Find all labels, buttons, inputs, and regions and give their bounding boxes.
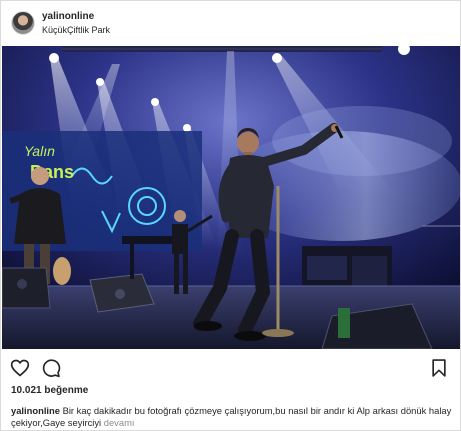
post-username[interactable]: yalinonline xyxy=(42,11,94,22)
post-actions xyxy=(1,358,460,380)
instagram-post: yalinonline KüçükÇiftlik Park Yalın Dans… xyxy=(0,0,461,431)
post-location[interactable]: KüçükÇiftlik Park xyxy=(42,25,110,35)
concert-photo: Yalın Dans xyxy=(2,46,460,349)
post-header: yalinonline KüçükÇiftlik Park xyxy=(1,1,460,45)
avatar[interactable] xyxy=(11,11,35,35)
caption-text: Bir kaç dakikadır bu fotoğrafı çözmeye ç… xyxy=(11,405,452,428)
like-count[interactable]: 10.021 beğenme xyxy=(11,385,88,396)
caption-more-link[interactable]: devamı xyxy=(104,417,135,428)
heart-outline-icon[interactable] xyxy=(10,358,30,378)
post-photo[interactable]: Yalın Dans xyxy=(2,46,460,349)
comment-bubble-icon[interactable] xyxy=(41,358,61,378)
bookmark-outline-icon[interactable] xyxy=(429,358,449,378)
caption-username[interactable]: yalinonline xyxy=(11,405,60,416)
banner-text-1: Yalın xyxy=(24,143,55,159)
post-caption: yalinonline Bir kaç dakikadır bu fotoğra… xyxy=(11,405,455,429)
